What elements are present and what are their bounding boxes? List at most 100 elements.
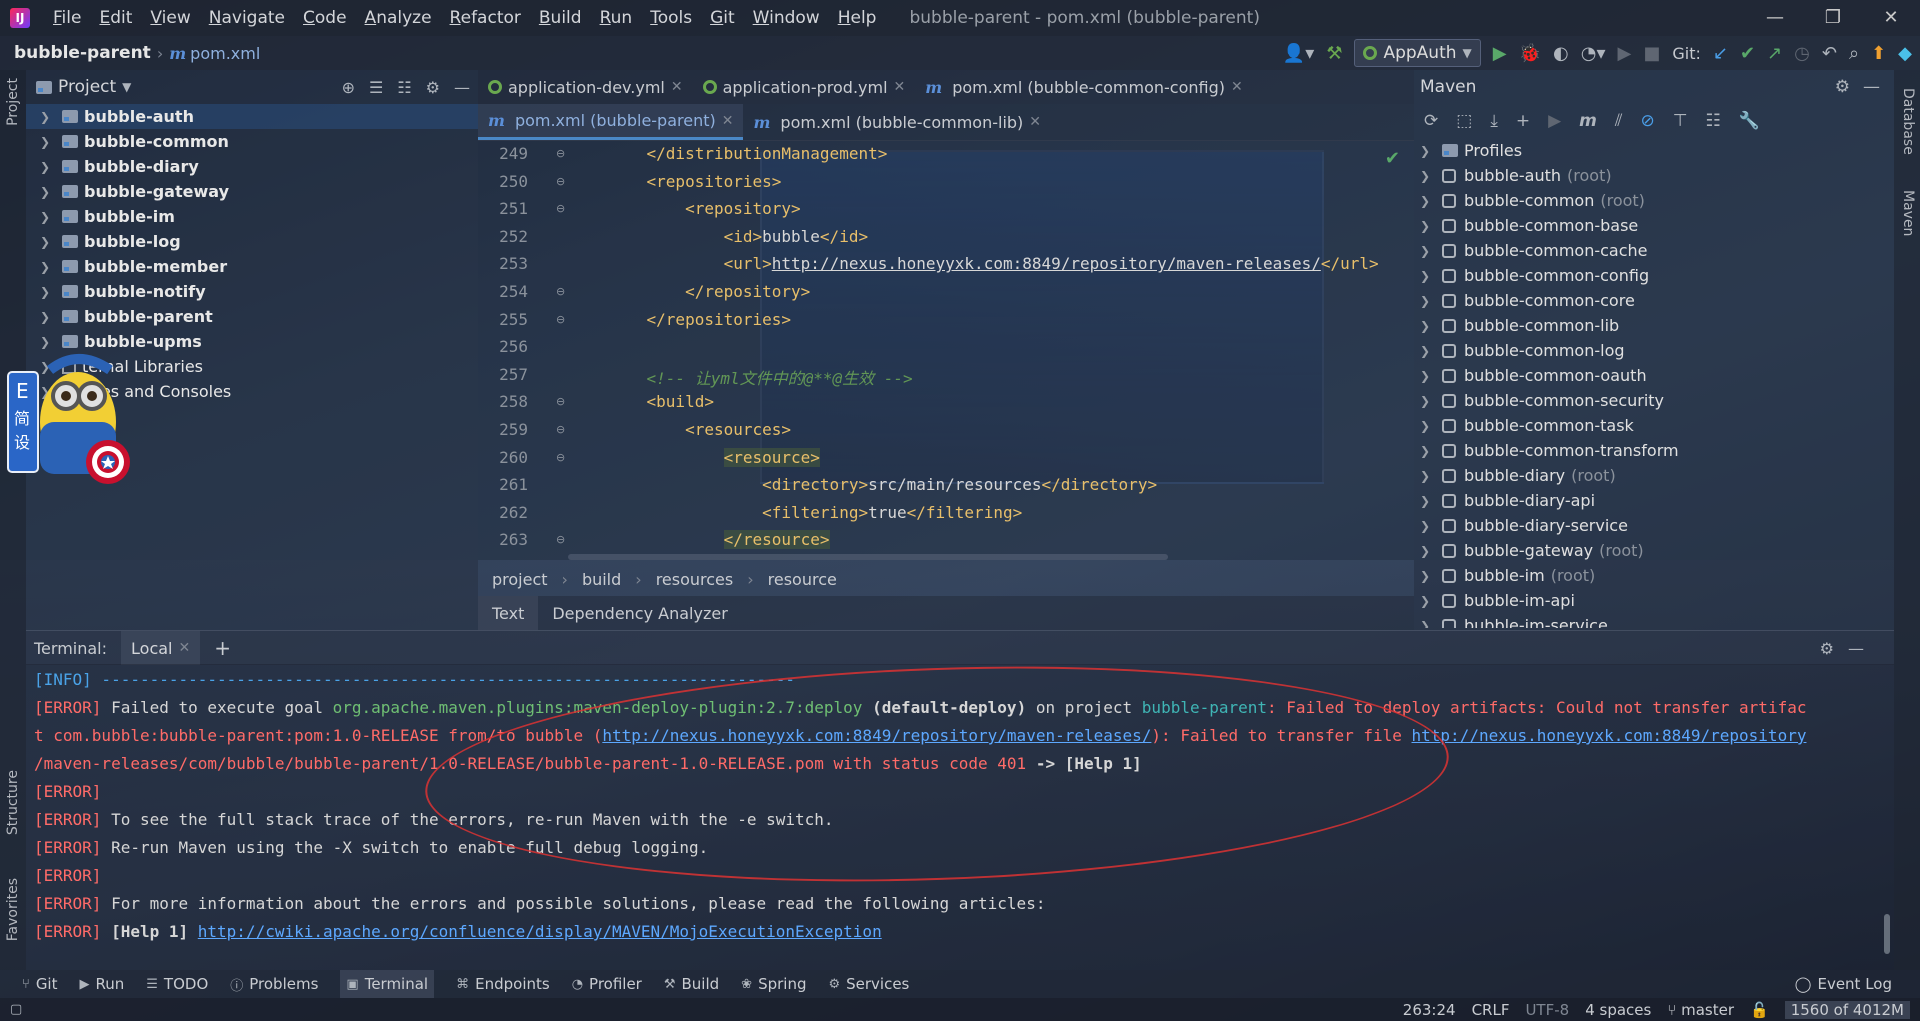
chevron-right-icon[interactable]: ❯	[40, 285, 56, 299]
tool-window-endpoints[interactable]: ⌘ Endpoints	[456, 975, 550, 993]
menu-run[interactable]: Run	[591, 0, 642, 36]
menu-code[interactable]: Code	[294, 0, 356, 36]
stripe-maven-tab[interactable]: Maven	[1900, 190, 1916, 236]
caret-position[interactable]: 263:24	[1403, 1001, 1456, 1019]
chevron-right-icon[interactable]: ❯	[1420, 569, 1436, 583]
close-icon[interactable]: ✕	[894, 79, 906, 95]
chevron-right-icon[interactable]: ❯	[1420, 494, 1436, 508]
restore-button[interactable]: ❐	[1804, 0, 1862, 36]
indent-setting[interactable]: 4 spaces	[1585, 1001, 1651, 1019]
chevron-right-icon[interactable]: ❯	[40, 235, 56, 249]
menu-window[interactable]: Window	[744, 0, 829, 36]
reload-icon[interactable]: ⟳	[1424, 111, 1438, 131]
close-icon[interactable]: ✕	[722, 113, 734, 129]
xml-breadcrumb-project[interactable]: project	[492, 570, 548, 589]
editor-tab[interactable]: m pom.xml (bubble-parent) ✕	[478, 104, 744, 140]
maven-item-bubble-auth[interactable]: ❯ bubble-auth (root)	[1414, 163, 1894, 188]
chevron-right-icon[interactable]: ❯	[1420, 294, 1436, 308]
maven-item-bubble-common-transform[interactable]: ❯ bubble-common-transform	[1414, 438, 1894, 463]
stripe-structure-tab[interactable]: Structure	[5, 770, 21, 835]
editor-tab[interactable]: application-dev.yml ✕	[478, 70, 693, 104]
xml-breadcrumb-build[interactable]: build	[582, 570, 621, 589]
new-terminal-button[interactable]: +	[214, 636, 231, 660]
lock-icon[interactable]: 🔓	[1750, 1001, 1769, 1019]
chevron-right-icon[interactable]: ❯	[40, 110, 56, 124]
editor-tab[interactable]: m pom.xml (bubble-common-lib) ✕	[743, 104, 1051, 140]
tool-window-spring[interactable]: ❀ Spring	[741, 975, 806, 993]
update-available-icon[interactable]: ⬆	[1871, 43, 1886, 64]
chevron-down-icon[interactable]: ▼	[122, 80, 131, 94]
editor-tab[interactable]: application-prod.yml ✕	[693, 70, 916, 104]
fold-marker-icon[interactable]: ⊖	[556, 175, 565, 188]
fold-marker-icon[interactable]: ⊖	[556, 202, 565, 215]
tree-item-bubble-upms[interactable]: ❯ bubble-upms	[26, 329, 478, 354]
xml-breadcrumb-resources[interactable]: resources	[656, 570, 734, 589]
stripe-favorites-tab[interactable]: Favorites	[5, 878, 21, 941]
project-panel-title[interactable]: Project	[58, 77, 116, 97]
git-branch[interactable]: ⑂ master	[1667, 1001, 1734, 1019]
tree-item-bubble-diary[interactable]: ❯ bubble-diary	[26, 154, 478, 179]
chevron-right-icon[interactable]: ❯	[40, 260, 56, 274]
generate-sources-icon[interactable]: ⬚	[1456, 111, 1472, 131]
memory-indicator[interactable]: 1560 of 4012M	[1784, 1000, 1910, 1019]
hide-icon[interactable]: —	[1848, 639, 1864, 658]
tool-window-run[interactable]: ▶ Run	[80, 975, 125, 993]
tool-window-profiler[interactable]: ◔ Profiler	[572, 975, 642, 993]
maven-item-bubble-im[interactable]: ❯ bubble-im (root)	[1414, 563, 1894, 588]
maven-item-bubble-im-api[interactable]: ❯ bubble-im-api	[1414, 588, 1894, 613]
execute-goal-icon[interactable]: m	[1579, 111, 1597, 131]
hide-icon[interactable]: —	[454, 78, 470, 97]
gear-icon[interactable]: ⚙	[1820, 639, 1834, 658]
horizontal-scrollbar[interactable]	[568, 554, 1168, 560]
run-configuration-select[interactable]: AppAuth ▼	[1354, 39, 1481, 67]
git-push-icon[interactable]: ↗	[1767, 43, 1782, 64]
chevron-right-icon[interactable]: ❯	[1420, 519, 1436, 533]
chevron-right-icon[interactable]: ❯	[1420, 344, 1436, 358]
debug-icon[interactable]: 🐞	[1519, 43, 1541, 64]
chevron-right-icon[interactable]: ❯	[1420, 194, 1436, 208]
repository-file-link[interactable]: http://nexus.honeyyxk.com:8849/repositor…	[1412, 726, 1807, 745]
tree-item-bubble-gateway[interactable]: ❯ bubble-gateway	[26, 179, 478, 204]
build-hammer-icon[interactable]: ⚒	[1326, 43, 1342, 64]
help-link[interactable]: http://cwiki.apache.org/confluence/displ…	[198, 922, 882, 941]
coverage-icon[interactable]: ◐	[1553, 43, 1569, 64]
add-icon[interactable]: +	[1516, 111, 1530, 131]
chevron-right-icon[interactable]: ❯	[1420, 544, 1436, 558]
menu-file[interactable]: File	[44, 0, 90, 36]
minimize-button[interactable]: —	[1746, 0, 1804, 36]
tool-window-services[interactable]: ⚙ Services	[828, 975, 909, 993]
menu-navigate[interactable]: Navigate	[200, 0, 294, 36]
user-icon[interactable]: 👤▾	[1283, 43, 1314, 64]
chevron-right-icon[interactable]: ❯	[40, 135, 56, 149]
download-icon[interactable]: ⤓	[1490, 111, 1498, 131]
close-icon[interactable]: ✕	[1029, 114, 1041, 130]
menu-edit[interactable]: Edit	[90, 0, 141, 36]
tool-window-git[interactable]: ⑂ Git	[22, 975, 58, 993]
fold-marker-icon[interactable]: ⊖	[556, 285, 565, 298]
code-editor[interactable]: 249 ⊖ 250 ⊖ 251 ⊖ 252 253 254 ⊖ 255 ⊖ 256 257 258 ⊖ 259 ⊖…	[478, 140, 1414, 560]
tool-window-todo[interactable]: ☰ TODO	[146, 975, 208, 993]
maven-item-bubble-common[interactable]: ❯ bubble-common (root)	[1414, 188, 1894, 213]
tool-window-terminal[interactable]: ▣ Terminal	[340, 970, 435, 998]
maven-item-bubble-diary-api[interactable]: ❯ bubble-diary-api	[1414, 488, 1894, 513]
editor-subtab-text[interactable]: Text	[478, 596, 539, 630]
menu-view[interactable]: View	[141, 0, 199, 36]
toggle-tool-windows-icon[interactable]: ▢	[10, 1002, 22, 1017]
stripe-project-tab[interactable]: Project	[5, 78, 21, 126]
hide-icon[interactable]: —	[1863, 77, 1880, 97]
close-icon[interactable]: ✕	[671, 79, 683, 95]
fold-marker-icon[interactable]: ⊖	[556, 395, 565, 408]
maven-item-bubble-common-log[interactable]: ❯ bubble-common-log	[1414, 338, 1894, 363]
maven-item-bubble-diary[interactable]: ❯ bubble-diary (root)	[1414, 463, 1894, 488]
tree-item-bubble-auth[interactable]: ❯ bubble-auth	[26, 104, 478, 129]
terminal-scrollbar[interactable]	[1884, 914, 1890, 954]
wrench-icon[interactable]: 🔧	[1739, 111, 1760, 131]
editor-subtab-dependency-analyzer[interactable]: Dependency Analyzer	[538, 596, 741, 630]
skip-tests-icon[interactable]: ⊘	[1640, 111, 1654, 131]
stripe-database-tab[interactable]: Database	[1900, 88, 1916, 155]
maven-item-bubble-common-core[interactable]: ❯ bubble-common-core	[1414, 288, 1894, 313]
plugin-logo-icon[interactable]: ◆	[1898, 43, 1912, 64]
maven-item-bubble-diary-service[interactable]: ❯ bubble-diary-service	[1414, 513, 1894, 538]
chevron-right-icon[interactable]: ❯	[1420, 319, 1436, 333]
fold-marker-icon[interactable]: ⊖	[556, 451, 565, 464]
